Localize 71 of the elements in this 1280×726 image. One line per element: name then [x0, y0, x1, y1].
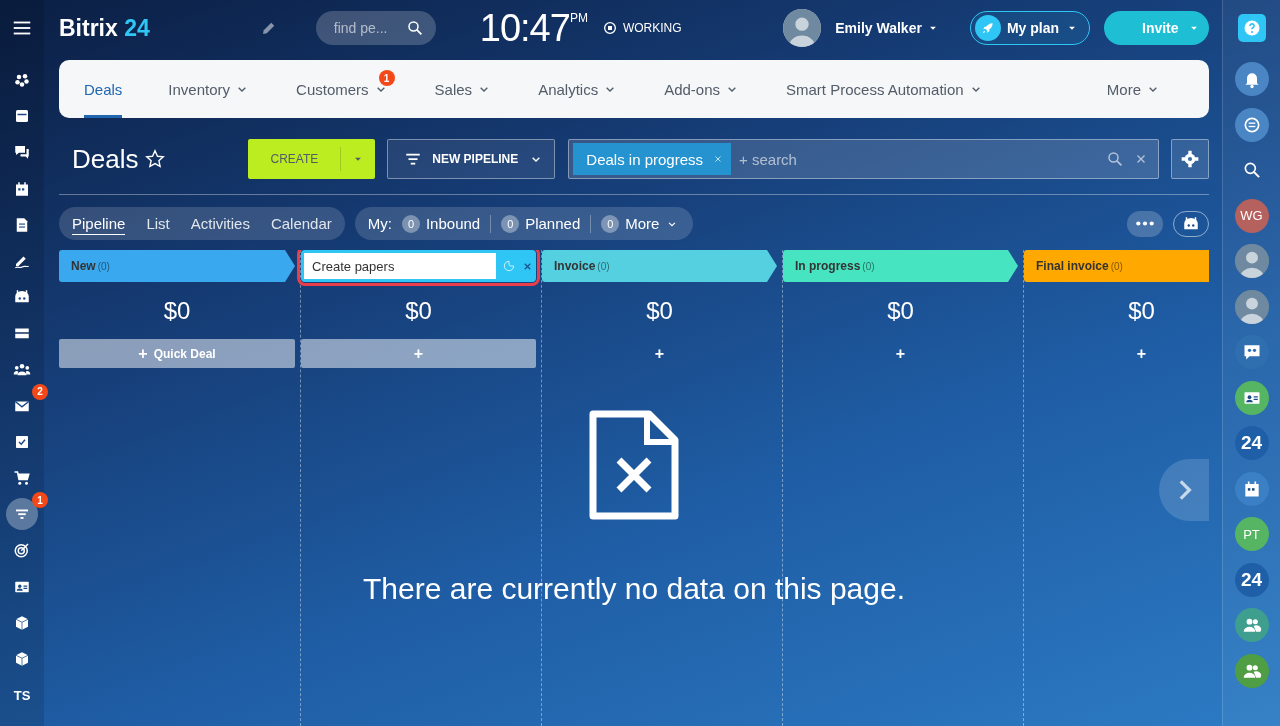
target-icon	[13, 541, 31, 560]
logo[interactable]: Bitrix 24	[59, 14, 150, 42]
notification-badge: 2	[32, 383, 48, 400]
sidebar-item[interactable]: TS	[6, 679, 38, 712]
filter-search-input[interactable]: + search	[737, 143, 1096, 175]
stage-header[interactable]: Final invoice (0)	[1024, 250, 1209, 282]
help-button[interactable]	[1237, 14, 1266, 42]
user-avatar[interactable]	[783, 9, 822, 47]
more-icon	[1136, 221, 1154, 226]
column-total: $0	[887, 297, 914, 325]
user-avatar[interactable]	[1234, 244, 1269, 278]
view-tab[interactable]: Activities	[190, 212, 250, 235]
stage-header[interactable]: New (0)	[59, 250, 295, 282]
empty-message: There are currently no data on this page.	[363, 572, 905, 606]
sidebar-item[interactable]	[1234, 62, 1269, 96]
dots-cluster-icon	[13, 71, 31, 89]
add-deal-button[interactable]: +	[1024, 339, 1209, 368]
add-deal-button[interactable]: +	[542, 339, 777, 368]
next-arrow-button[interactable]	[1159, 459, 1209, 521]
nav-tab[interactable]: Deals	[84, 60, 123, 118]
column-total: $0	[646, 297, 673, 325]
clock: 10:47$^{PM}$	[479, 6, 588, 50]
search-icon	[405, 19, 424, 37]
pipeline-button[interactable]: NEW PIPELINE	[387, 139, 556, 179]
stage-header[interactable]: In progress (0)	[783, 250, 1018, 282]
counter-label: My:	[367, 215, 392, 232]
column-total: $0	[163, 297, 191, 325]
stop-icon	[601, 20, 618, 36]
notification-badge: 1	[32, 492, 48, 509]
chat-avatar[interactable]: WG	[1234, 198, 1269, 233]
filter-bar[interactable]: Deals in progress + search	[568, 139, 1159, 179]
nav-tab[interactable]: Inventory	[168, 60, 251, 118]
user-menu[interactable]: Emily Walker	[835, 20, 940, 36]
plan-button[interactable]: My plan	[969, 11, 1090, 45]
cube-icon	[13, 650, 31, 668]
view-tab[interactable]: Calendar	[270, 212, 332, 235]
nav-tab[interactable]: Add-ons	[664, 60, 741, 118]
filter-tag[interactable]: Deals in progress	[573, 143, 731, 175]
counter-filter[interactable]: 0 Inbound	[401, 214, 481, 233]
nav-tab[interactable]: Smart Process Automation	[786, 60, 984, 118]
calendar-icon	[13, 179, 31, 198]
stage-name-field[interactable]: Create papers	[304, 253, 496, 279]
chat-avatar[interactable]: 24	[1234, 426, 1269, 460]
nav-tab[interactable]: Analytics	[538, 60, 619, 118]
more-button[interactable]	[1127, 210, 1163, 237]
column-total: $0	[405, 297, 432, 325]
work-status-button[interactable]: WORKING	[601, 20, 682, 36]
user-avatar[interactable]	[1234, 289, 1269, 324]
nav-tab[interactable]: Sales	[434, 60, 493, 118]
nav-tab[interactable]: More	[1106, 60, 1161, 118]
create-button[interactable]: CREATE	[248, 139, 376, 179]
counter-filter[interactable]: 0 More	[601, 214, 680, 233]
page-title: Deals	[72, 143, 139, 175]
cube-icon	[13, 613, 31, 632]
search-icon[interactable]	[1106, 150, 1124, 168]
star-icon[interactable]	[144, 148, 167, 170]
view-tab[interactable]: Pipeline	[72, 212, 126, 235]
empty-document-icon	[589, 410, 679, 520]
stage-header[interactable]: Invoice (0)	[542, 250, 777, 282]
view-tab[interactable]: List	[146, 212, 170, 235]
close-icon	[713, 154, 723, 164]
cart-icon	[13, 469, 31, 488]
notification-badge: 1	[378, 70, 395, 86]
counter-filter[interactable]: 0 Planned	[501, 214, 581, 233]
settings-button[interactable]	[1171, 139, 1209, 179]
column-total: $0	[1128, 297, 1155, 325]
sidebar-item[interactable]	[1234, 107, 1269, 142]
settings-icon	[1180, 149, 1200, 169]
chat-avatar[interactable]: 24	[1234, 562, 1269, 597]
add-deal-button[interactable]: +	[783, 339, 1018, 368]
sidebar-item[interactable]	[6, 498, 38, 531]
